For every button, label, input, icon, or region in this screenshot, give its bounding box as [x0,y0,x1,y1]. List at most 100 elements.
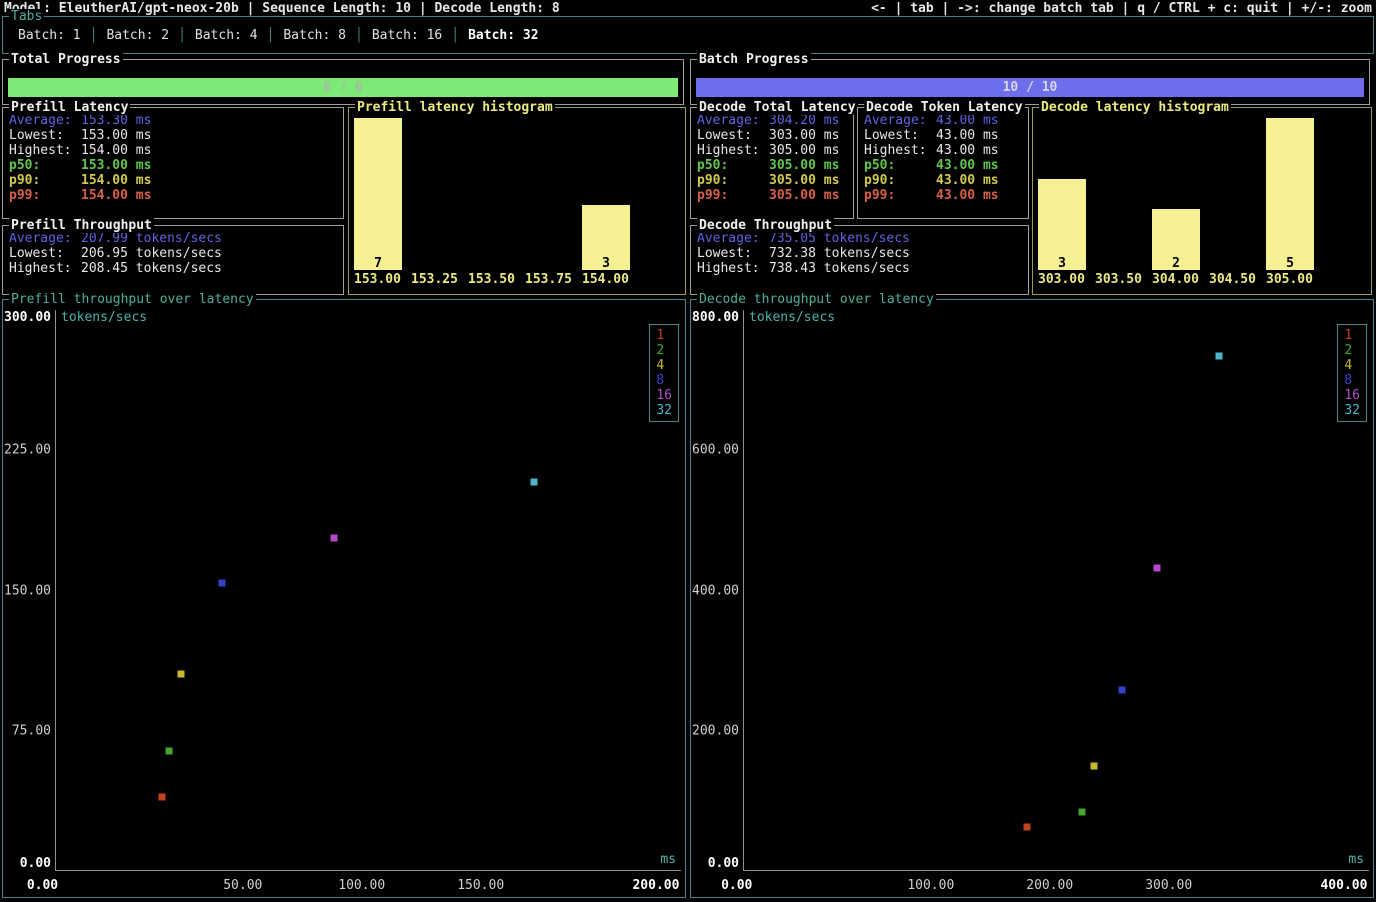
tabs-panel-title: Tabs [9,9,44,24]
legend-item-batch-4: 4 [1344,358,1360,373]
hist-column: 2 [1152,118,1200,270]
prefill-x-unit-label: ms [660,852,676,867]
y-tick-label: 75.00 [12,723,51,738]
stat-p90: p90:43.00 ms [864,173,1022,188]
stat-row-value: 738.43 tokens/secs [769,261,910,276]
stat-average: Average:304.20 ms [697,113,847,128]
hist-column: 5 [1266,118,1314,270]
hist-bar-count: 3 [582,256,630,271]
hist-tick-label: 153.50 [468,272,516,288]
tab-separator: │ [178,28,186,43]
stat-lowest: Lowest:303.00 ms [697,128,847,143]
stat-average: Average:43.00 ms [864,113,1022,128]
decode-throughput-stats: Average:735.05 tokens/secsLowest:732.38 … [691,226,1028,276]
stat-row-value: 43.00 ms [936,143,999,158]
legend-item-batch-1: 1 [656,328,672,343]
decode-scatter-plot: Decode throughput over latency 800.00600… [690,299,1374,898]
stat-row-label: p50: [864,158,936,173]
stat-highest: Highest:305.00 ms [697,143,847,158]
tab-batch-16[interactable]: Batch: 16 [363,28,451,43]
prefill-scatter-area: tokens/secs ms 12481632 [55,310,681,871]
stat-row-label: Highest: [864,143,936,158]
hist-column: 7 [354,118,402,270]
hist-bar: 5 [1266,118,1314,270]
stat-row-label: Average: [864,113,936,128]
hist-column [1095,118,1143,270]
decode-total-latency-title: Decode Total Latency [697,100,858,115]
total-progress-panel: Total Progress 6 / 6 [2,59,684,105]
prefill-scatter-title: Prefill throughput over latency [9,292,256,307]
prefill-scatter-legend: 12481632 [649,324,679,422]
hist-tick-label: 304.50 [1209,272,1257,288]
hist-tick-label: 303.00 [1038,272,1086,288]
stat-row-value: 154.00 ms [81,143,151,158]
hist-tick-label: 305.00 [1266,272,1314,288]
tab-batch-1[interactable]: Batch: 1 [9,28,90,43]
legend-item-batch-8: 8 [1344,373,1360,388]
tabs-panel: Tabs Batch: 1│Batch: 2│Batch: 4│Batch: 8… [2,16,1374,54]
stat-row-label: p50: [697,158,769,173]
stat-p99: p99:305.00 ms [697,188,847,203]
tab-batch-8[interactable]: Batch: 8 [274,28,355,43]
decode-scatter-legend: 12481632 [1337,324,1367,422]
batch-progress-bar: 10 / 10 [696,78,1364,97]
stat-row-value: 208.45 tokens/secs [81,261,222,276]
scatter-point-batch-4 [178,671,185,678]
hist-tick-label: 303.50 [1095,272,1143,288]
tab-separator: │ [90,28,98,43]
stat-row-value: 43.00 ms [936,173,999,188]
stat-row-value: 153.00 ms [81,158,151,173]
stat-row-label: p99: [697,188,769,203]
hist-tick-label: 153.25 [411,272,459,288]
decode-total-latency-stats: Average:304.20 msLowest:303.00 msHighest… [691,108,853,203]
scatter-point-batch-8 [1119,687,1126,694]
total-progress-title: Total Progress [9,52,123,67]
stat-row-label: Average: [9,231,81,246]
stat-row-label: p90: [9,173,81,188]
decode-scatter-area: tokens/secs ms 12481632 [743,310,1369,871]
prefill-latency-histogram: Prefill latency histogram 73 153.00153.2… [348,107,686,295]
tab-separator: │ [267,28,275,43]
hist-tick-label: 304.00 [1152,272,1200,288]
prefill-histogram-bars: 73 [353,118,681,270]
y-tick-label: 800.00 [692,310,739,325]
scatter-point-batch-16 [331,534,338,541]
model-info: Model: EleutherAI/gpt-neox-20b | Sequenc… [4,1,560,17]
stat-row-value: 43.00 ms [936,128,999,143]
y-tick-label: 300.00 [4,310,51,325]
scatter-point-batch-1 [159,794,166,801]
legend-item-batch-2: 2 [656,343,672,358]
hist-tick-label: 153.00 [354,272,402,288]
x-tick-label: 200.00 [632,878,679,893]
stat-row-label: Lowest: [9,128,81,143]
legend-item-batch-1: 1 [1344,328,1360,343]
x-tick-label: 150.00 [457,878,504,893]
stat-p50: p50:43.00 ms [864,158,1022,173]
tab-batch-4[interactable]: Batch: 4 [186,28,267,43]
tab-batch-32[interactable]: Batch: 32 [459,28,547,43]
legend-item-batch-32: 32 [656,403,672,418]
stat-row-value: 305.00 ms [769,188,839,203]
x-tick-label: 400.00 [1320,878,1367,893]
legend-item-batch-32: 32 [1344,403,1360,418]
legend-item-batch-2: 2 [1344,343,1360,358]
prefill-scatter-x-axis: 0.0050.00100.00150.00200.00 [7,875,681,893]
prefill-throughput-stats: Average:207.99 tokens/secsLowest:206.95 … [3,226,343,276]
decode-scatter-title: Decode throughput over latency [697,292,936,307]
tab-separator: │ [355,28,363,43]
decode-histogram-title: Decode latency histogram [1039,100,1231,115]
scatter-point-batch-2 [165,747,172,754]
hist-column [468,118,516,270]
decode-token-latency-stats: Average:43.00 msLowest:43.00 msHighest:4… [858,108,1028,203]
prefill-scatter-y-axis: 300.00225.00150.0075.000.00 [7,310,53,871]
stat-average: Average:735.05 tokens/secs [697,231,1022,246]
decode-throughput-title: Decode Throughput [697,218,834,233]
scatter-point-batch-32 [1216,352,1223,359]
hist-tick-label: 154.00 [582,272,630,288]
stat-lowest: Lowest:153.00 ms [9,128,337,143]
stat-row-label: Average: [9,113,81,128]
stat-lowest: Lowest:43.00 ms [864,128,1022,143]
legend-item-batch-16: 16 [1344,388,1360,403]
tab-batch-2[interactable]: Batch: 2 [97,28,178,43]
stat-row-value: 206.95 tokens/secs [81,246,222,261]
